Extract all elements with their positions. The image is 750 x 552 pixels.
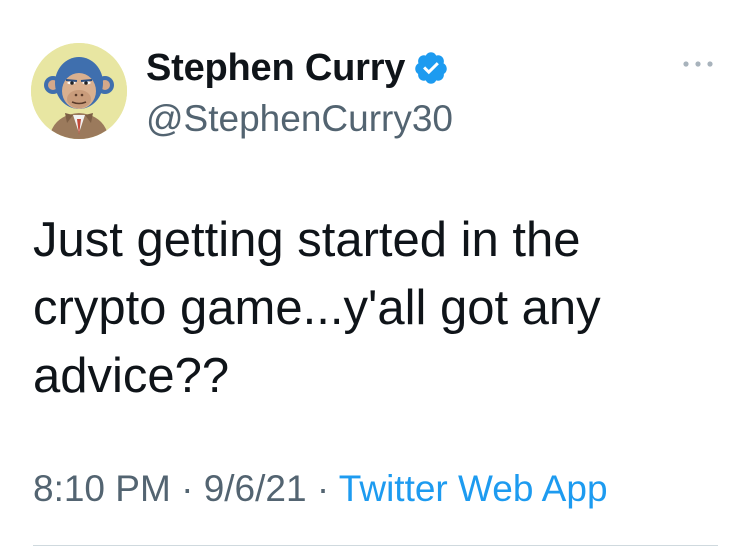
tweet-metadata: 8:10 PM · 9/6/21 · Twitter Web App: [33, 466, 608, 512]
tweet-text: Just getting started in the crypto game.…: [33, 213, 601, 403]
timestamp-time[interactable]: 8:10 PM: [33, 468, 171, 509]
meta-separator: ·: [181, 468, 194, 509]
more-horizontal-icon[interactable]: [678, 54, 718, 74]
timestamp-date[interactable]: 9/6/21: [204, 468, 307, 509]
divider: [33, 545, 718, 546]
author-handle[interactable]: @StephenCurry30: [146, 96, 453, 142]
avatar[interactable]: [31, 43, 127, 139]
author-display-name[interactable]: Stephen Curry: [146, 44, 449, 92]
verified-badge-icon: [415, 52, 447, 84]
meta-separator: ·: [316, 468, 330, 509]
display-name-text[interactable]: Stephen Curry: [146, 44, 405, 92]
source-app-link[interactable]: Twitter Web App: [339, 468, 608, 509]
bored-ape-avatar-icon: [31, 43, 127, 139]
